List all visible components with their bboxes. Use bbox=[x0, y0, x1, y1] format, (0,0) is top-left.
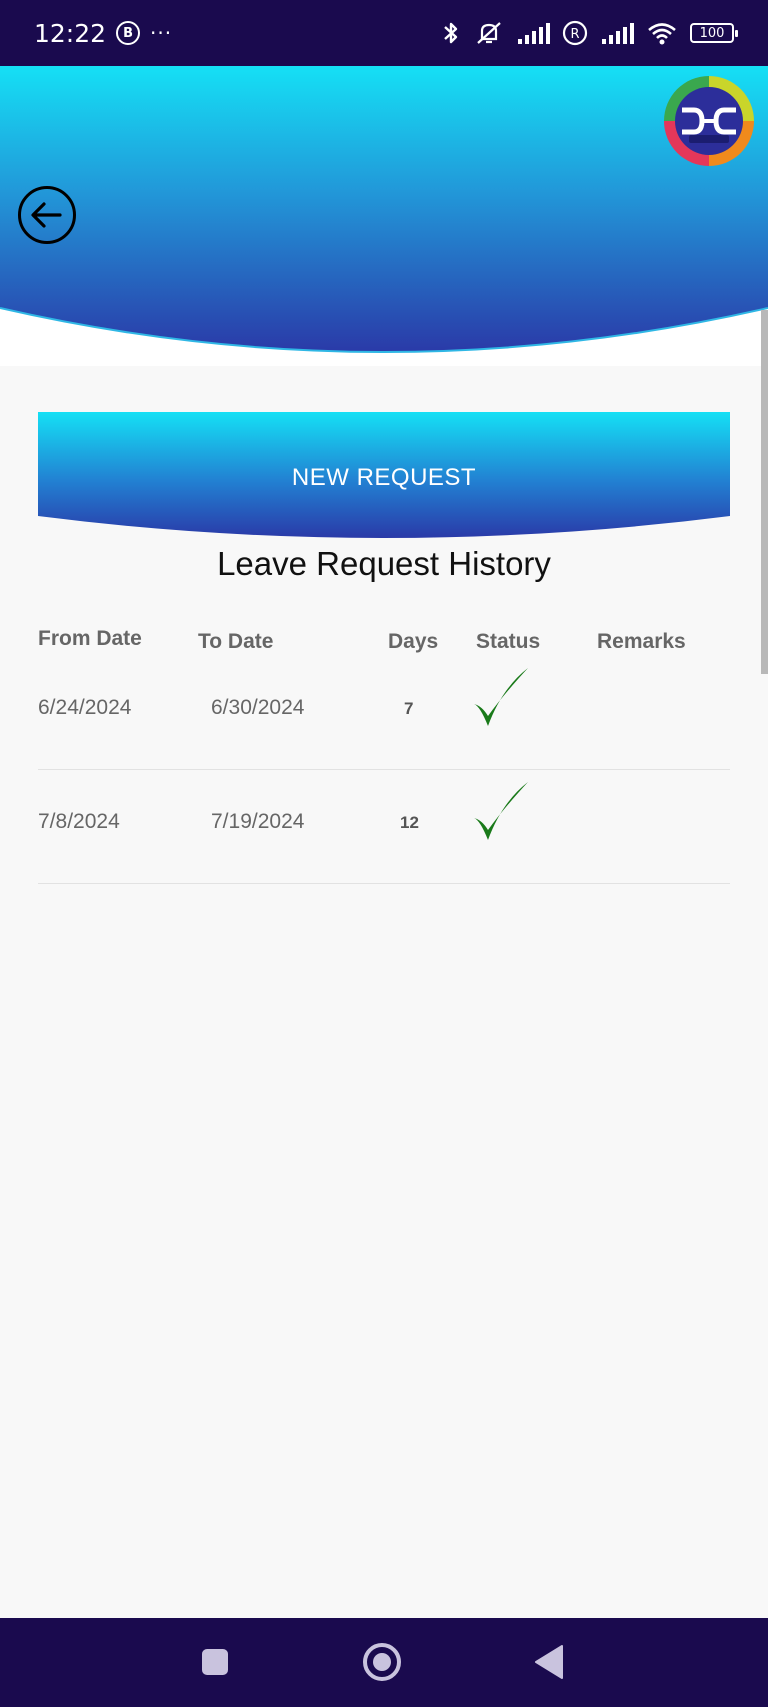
cell-from-date: 6/24/2024 bbox=[38, 696, 132, 719]
b-notification-icon: B bbox=[116, 21, 141, 45]
table-row[interactable]: 6/24/2024 6/30/2024 7 bbox=[38, 656, 730, 770]
app-header bbox=[0, 66, 768, 366]
system-nav-bar bbox=[0, 1618, 768, 1707]
column-header-days: Days bbox=[388, 630, 439, 653]
mute-bell-icon bbox=[477, 22, 501, 44]
more-notifications-icon: ··· bbox=[150, 21, 173, 45]
cell-days: 7 bbox=[404, 699, 414, 718]
column-header-from-date: From Date bbox=[38, 627, 142, 650]
cell-from-date: 7/8/2024 bbox=[38, 810, 120, 833]
scrollbar[interactable] bbox=[761, 310, 768, 674]
back-nav-button[interactable] bbox=[534, 1644, 564, 1680]
bluetooth-icon bbox=[444, 22, 458, 44]
cell-days: 12 bbox=[400, 813, 419, 832]
column-header-status: Status bbox=[476, 630, 541, 653]
new-request-button[interactable]: NEW REQUEST bbox=[38, 412, 730, 544]
column-header-remarks: Remarks bbox=[597, 630, 686, 653]
column-header-to-date: To Date bbox=[198, 630, 274, 653]
new-request-label: NEW REQUEST bbox=[291, 464, 477, 491]
cell-to-date: 7/19/2024 bbox=[211, 810, 305, 833]
back-button[interactable] bbox=[18, 186, 76, 244]
cell-to-date: 6/30/2024 bbox=[211, 696, 305, 719]
signal-2-icon bbox=[602, 23, 634, 44]
svg-text:R: R bbox=[570, 27, 579, 42]
wifi-icon bbox=[648, 23, 676, 45]
recent-apps-button[interactable] bbox=[201, 1648, 229, 1676]
battery-icon: 100 bbox=[690, 23, 738, 43]
360-erp-logo bbox=[664, 76, 754, 166]
table-row[interactable]: 7/8/2024 7/19/2024 12 bbox=[38, 770, 730, 884]
approved-check-icon bbox=[474, 782, 528, 840]
page-title: Leave Request History bbox=[217, 545, 551, 582]
roaming-icon: R bbox=[562, 20, 588, 46]
signal-icon bbox=[518, 23, 550, 44]
arrow-left-icon bbox=[31, 202, 62, 228]
approved-check-icon bbox=[474, 668, 528, 726]
home-button[interactable] bbox=[362, 1642, 402, 1682]
status-bar: 12:22 B ··· R 100 bbox=[0, 0, 768, 66]
status-time: 12:22 bbox=[34, 18, 107, 48]
header-background bbox=[0, 66, 768, 353]
